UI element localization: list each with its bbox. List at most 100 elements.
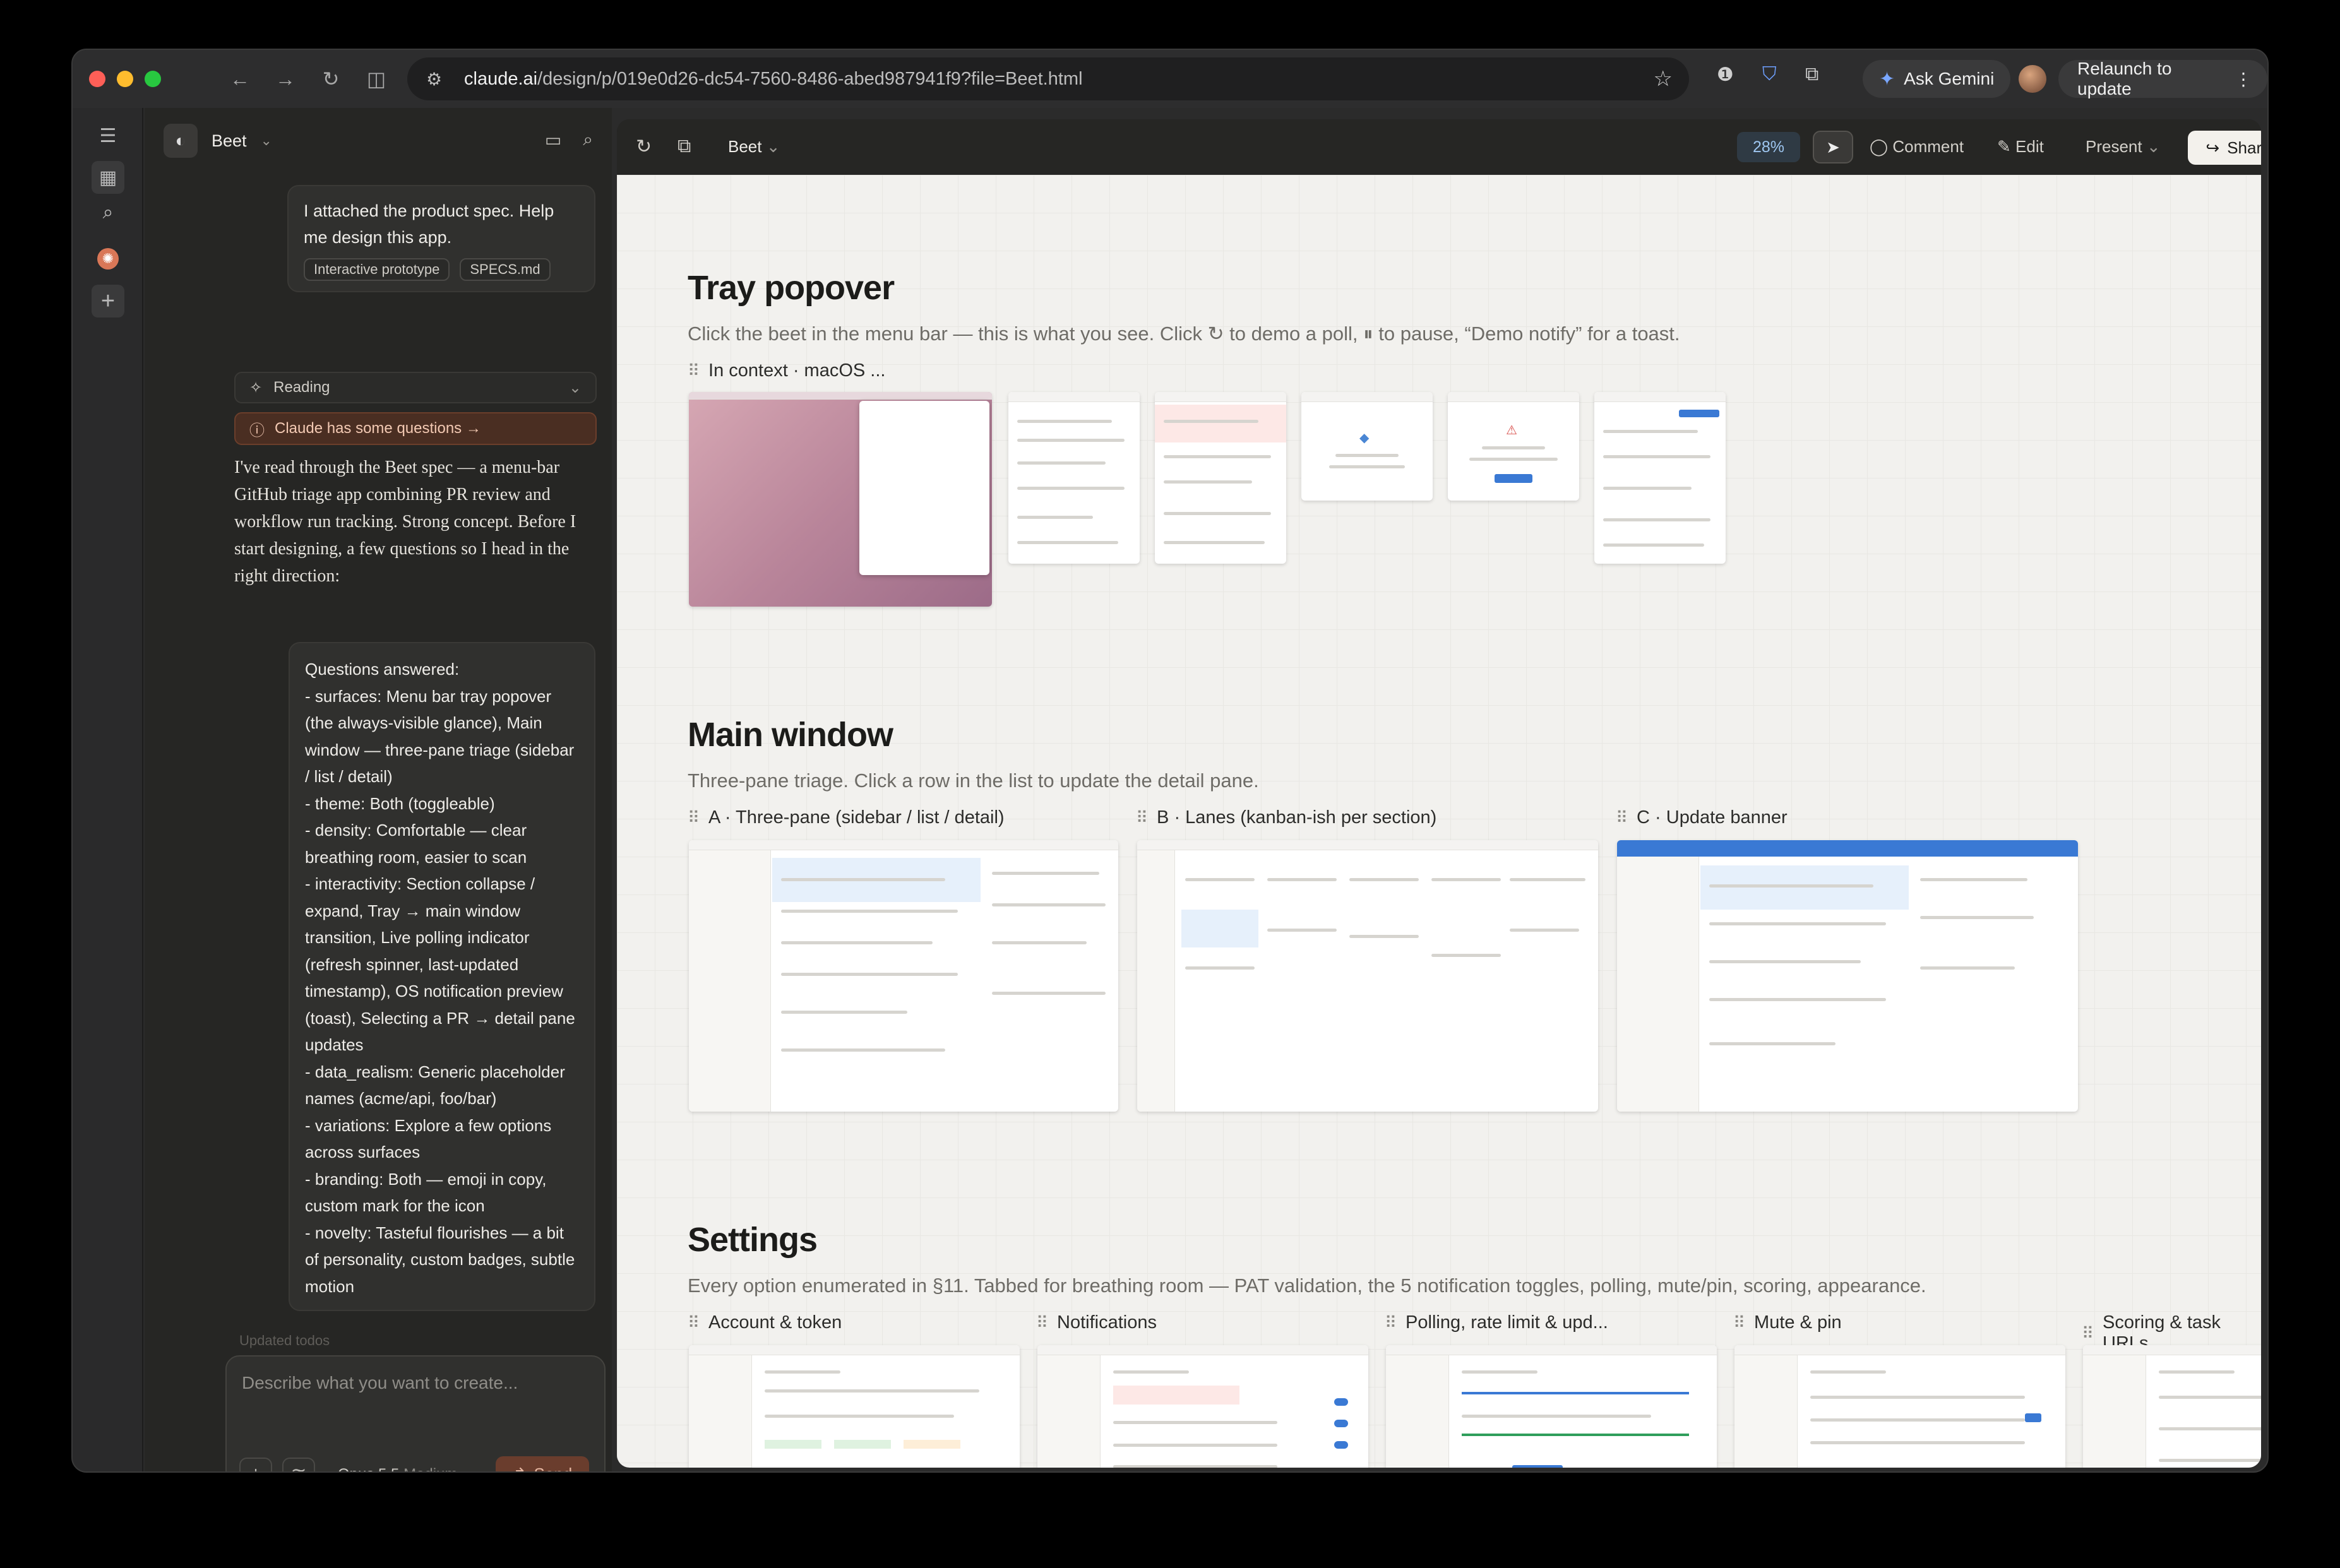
drag-handle-icon[interactable]: ⠿: [688, 1313, 700, 1333]
questions-banner[interactable]: ⓘ Claude has some questions →: [234, 412, 597, 445]
puzzle-icon[interactable]: ⧉: [1805, 64, 1818, 85]
drag-handle-icon[interactable]: ⠿: [1733, 1313, 1745, 1333]
share-arrow-icon: ↪: [2206, 138, 2220, 157]
reading-step[interactable]: ✧ Reading ⌄: [234, 372, 597, 403]
more-vert-icon[interactable]: ⋮: [2235, 69, 2252, 90]
profile-avatar[interactable]: [2019, 65, 2046, 93]
artboard-thumbnail[interactable]: [1137, 840, 1598, 1112]
artboard-label[interactable]: ⠿ Account & token: [688, 1312, 842, 1333]
extension-icon[interactable]: ❶: [1717, 64, 1734, 86]
artboard-label[interactable]: ⠿ A · Three-pane (sidebar / list / detai…: [688, 807, 1005, 828]
attachment-chip[interactable]: Interactive prototype: [304, 258, 450, 281]
artboard-thumbnail[interactable]: [1734, 1345, 2065, 1468]
artboard-label[interactable]: ⠿ Notifications: [1036, 1312, 1157, 1333]
attachment-chip[interactable]: SPECS.md: [460, 258, 551, 281]
reading-label: Reading: [273, 379, 330, 396]
composer-placeholder[interactable]: Describe what you want to create...: [242, 1373, 518, 1393]
design-file-title[interactable]: Beet ⌄: [728, 137, 780, 157]
artboard-label[interactable]: ⠿ Mute & pin: [1733, 1312, 1842, 1333]
grid-icon[interactable]: ▦: [92, 161, 124, 194]
questions-label: Claude has some questions →: [275, 420, 481, 437]
pencil-icon: ✎: [1997, 137, 2011, 156]
artboard-thumbnail[interactable]: [1594, 392, 1726, 564]
reload-icon[interactable]: ↻: [315, 63, 347, 95]
new-chat-icon[interactable]: +: [92, 285, 124, 318]
palette-icon: ◐: [164, 124, 198, 158]
drag-handle-icon[interactable]: ⠿: [1385, 1313, 1397, 1333]
relaunch-label: Relaunch to update: [2077, 59, 2172, 98]
send-label: Send: [534, 1464, 573, 1472]
ask-gemini-button[interactable]: ✦ Ask Gemini: [1863, 60, 2011, 98]
artboard-thumbnail[interactable]: [1008, 392, 1140, 564]
site-settings-icon[interactable]: ⚙: [426, 69, 448, 90]
artboard-label[interactable]: ⠿ C · Update banner: [1616, 807, 1788, 828]
design-canvas[interactable]: Tray popover Click the beet in the menu …: [617, 175, 2261, 1468]
artboard-thumbnail[interactable]: [1617, 840, 2078, 1112]
layers-icon[interactable]: ⧉: [678, 136, 691, 157]
section-description: Click the beet in the menu bar — this is…: [688, 323, 1680, 345]
artboard-thumbnail[interactable]: [1155, 392, 1286, 564]
zoom-level[interactable]: 28%: [1737, 132, 1800, 162]
chat-panel: ◐ Beet ⌄ ▭ ⌕ I attached the product spec…: [145, 108, 612, 1472]
app-rail: ☰ ▦ ⌕ ✺ +: [73, 108, 143, 1471]
close-window-button[interactable]: [89, 71, 105, 87]
chat-tools: ▭ ⌕: [545, 129, 593, 150]
artboard-thumbnail[interactable]: [1386, 1345, 1717, 1468]
minimize-window-button[interactable]: [117, 71, 133, 87]
bookmark-star-icon[interactable]: ☆: [1654, 66, 1673, 92]
artboard-thumbnail[interactable]: [689, 1345, 1020, 1468]
panel-toggle-icon[interactable]: ▭: [545, 129, 561, 150]
search-list-icon[interactable]: ⌕: [92, 196, 124, 229]
model-selector[interactable]: Opus 5.5 Medium ⌄: [338, 1465, 474, 1471]
section-title: Settings: [688, 1221, 818, 1259]
share-button[interactable]: ↪ Share: [2188, 131, 2261, 165]
collapse-sidebar-icon[interactable]: ☰: [92, 119, 124, 152]
attach-plus-icon[interactable]: +: [239, 1458, 272, 1471]
drag-handle-icon[interactable]: ⠿: [1136, 808, 1148, 828]
artboard-label[interactable]: ⠿ In context · macOS ...: [688, 360, 885, 381]
composer[interactable]: Describe what you want to create... + ≋ …: [225, 1355, 606, 1472]
url-host: claude.ai: [464, 68, 538, 89]
drag-handle-icon[interactable]: ⠿: [1616, 808, 1628, 828]
present-button[interactable]: Present ⌄: [2086, 137, 2161, 157]
split-view-icon[interactable]: ◫: [361, 63, 392, 95]
artboard-label[interactable]: ⠿ Polling, rate limit & upd...: [1385, 1312, 1608, 1333]
forward-icon[interactable]: →: [270, 63, 301, 95]
address-bar[interactable]: ⚙ claude.ai/design/p/019e0d26-dc54-7560-…: [407, 57, 1689, 100]
attachment-chips: Interactive prototype SPECS.md: [304, 258, 579, 281]
refresh-icon[interactable]: ↻: [636, 136, 652, 158]
chevron-down-icon: ⌄: [766, 137, 780, 156]
todos-label[interactable]: Updated todos: [239, 1333, 330, 1349]
back-icon[interactable]: ←: [224, 63, 256, 95]
search-icon[interactable]: ⌕: [583, 129, 593, 150]
drag-handle-icon[interactable]: ⠿: [1036, 1313, 1048, 1333]
browser-toolbar: ← → ↻ ◫ ⚙ claude.ai/design/p/019e0d26-dc…: [73, 50, 2267, 108]
artboard-thumbnail[interactable]: ◆: [1301, 392, 1433, 501]
chat-header[interactable]: ◐ Beet ⌄: [164, 122, 272, 160]
assistant-message: I've read through the Beet spec — a menu…: [234, 458, 576, 586]
comment-button[interactable]: ◯ Comment: [1870, 137, 1964, 157]
zoom-window-button[interactable]: [145, 71, 161, 87]
drag-handle-icon[interactable]: ⠿: [688, 808, 700, 828]
design-pane: ↻ ⧉ Beet ⌄ 28% ➤ ◯ Comment ✎ Edit Presen…: [617, 119, 2261, 1468]
send-button[interactable]: ↱ Send: [496, 1456, 589, 1472]
traffic-lights: [89, 71, 161, 87]
browser-window: ← → ↻ ◫ ⚙ claude.ai/design/p/019e0d26-dc…: [71, 49, 2269, 1473]
edit-button[interactable]: ✎ Edit: [1997, 137, 2044, 157]
shield-icon[interactable]: ⛉: [1762, 64, 1777, 85]
voice-icon[interactable]: ≋: [282, 1458, 315, 1471]
artboard-label[interactable]: ⠿ B · Lanes (kanban-ish per section): [1136, 807, 1436, 828]
artboard-thumbnail[interactable]: [1037, 1345, 1368, 1468]
artboard-thumbnail[interactable]: [689, 392, 992, 607]
ask-gemini-label: Ask Gemini: [1904, 69, 1995, 88]
drag-handle-icon[interactable]: ⠿: [2082, 1324, 2094, 1343]
drag-handle-icon[interactable]: ⠿: [688, 361, 700, 381]
artboard-thumbnail[interactable]: [2083, 1345, 2261, 1468]
relaunch-button[interactable]: Relaunch to update ⋮: [2058, 59, 2267, 98]
section-title: Tray popover: [688, 269, 895, 307]
pointer-tool-icon[interactable]: ➤: [1813, 131, 1853, 163]
claude-logo-icon[interactable]: ✺: [97, 248, 119, 270]
url-path: /design/p/019e0d26-dc54-7560-8486-abed98…: [537, 68, 1083, 89]
artboard-thumbnail[interactable]: [689, 840, 1118, 1112]
artboard-thumbnail[interactable]: ⚠: [1448, 392, 1579, 501]
